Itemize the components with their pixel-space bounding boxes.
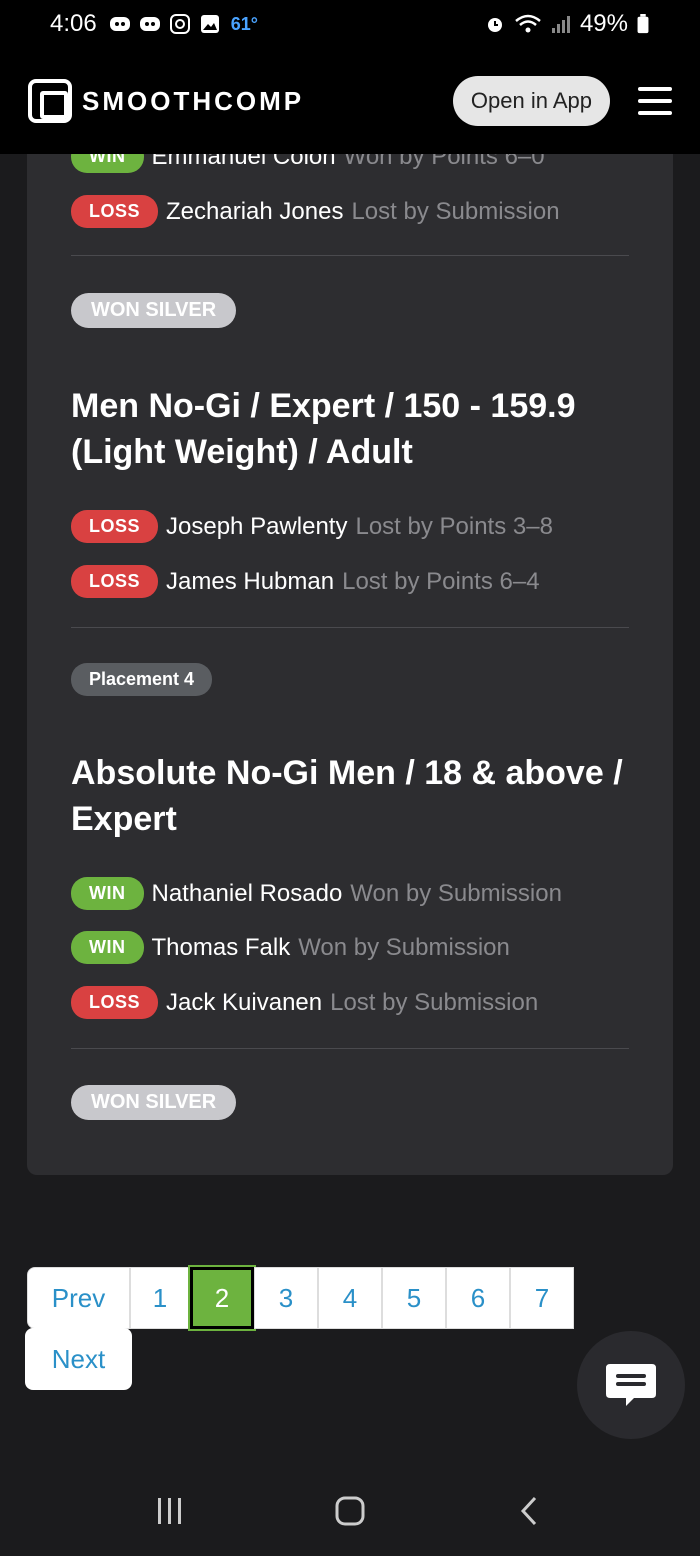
match-row[interactable]: LOSS Jack Kuivanen Lost by Submission <box>71 986 538 1019</box>
open-in-app-button[interactable]: Open in App <box>452 76 610 126</box>
match-row[interactable]: WIN Thomas Falk Won by Submission <box>71 931 510 964</box>
pagination: Prev 1 2 3 4 5 6 7 <box>27 1265 574 1331</box>
wifi-icon <box>515 14 541 33</box>
loss-badge: LOSS <box>71 195 159 228</box>
divider <box>71 1048 629 1049</box>
placement-badge: Placement 4 <box>71 663 213 696</box>
gallery-icon <box>200 15 219 33</box>
weather-temperature: 61° <box>230 13 258 34</box>
page-7-button[interactable]: 7 <box>510 1267 574 1329</box>
divider <box>71 627 629 628</box>
win-badge: WIN <box>71 931 144 964</box>
match-row[interactable]: WIN Nathaniel Rosado Won by Submission <box>71 877 562 910</box>
system-nav-bar <box>0 1466 700 1556</box>
chat-bubble-icon <box>606 1364 656 1406</box>
notification-icons: 61° <box>109 14 258 35</box>
smoothcomp-logo-icon[interactable] <box>28 79 72 123</box>
opponent-name[interactable]: Thomas Falk <box>152 934 291 962</box>
medal-badge: WON SILVER <box>71 1085 237 1120</box>
page-3-button[interactable]: 3 <box>254 1267 318 1329</box>
battery-percent: 49% <box>579 10 628 37</box>
match-row[interactable]: LOSS Joseph Pawlenty Lost by Points 3–8 <box>71 510 553 543</box>
menu-icon[interactable] <box>638 87 672 115</box>
match-row[interactable]: LOSS James Hubman Lost by Points 6–4 <box>71 565 540 598</box>
opponent-name[interactable]: Zechariah Jones <box>166 198 343 226</box>
loss-badge: LOSS <box>71 565 159 598</box>
win-badge: WIN <box>71 877 144 910</box>
discord-icon <box>109 17 130 31</box>
app-header: SMOOTHCOMP Open in App <box>0 48 700 154</box>
opponent-name[interactable]: Nathaniel Rosado <box>152 880 343 908</box>
medal-badge: WON SILVER <box>71 293 237 328</box>
system-icons: 49% <box>484 10 650 38</box>
opponent-name[interactable]: Joseph Pawlenty <box>166 513 347 541</box>
back-icon[interactable] <box>514 1495 546 1527</box>
opponent-name[interactable]: Jack Kuivanen <box>166 989 322 1017</box>
match-result: Lost by Points 3–8 <box>355 512 553 540</box>
alarm-icon <box>487 18 502 32</box>
recent-apps-icon[interactable] <box>154 1495 186 1527</box>
page-5-button[interactable]: 5 <box>382 1267 446 1329</box>
page-4-button[interactable]: 4 <box>318 1267 382 1329</box>
match-result: Lost by Submission <box>330 988 539 1016</box>
page-2-button-current[interactable]: 2 <box>188 1265 256 1331</box>
match-result: Lost by Points 6–4 <box>342 567 540 595</box>
chat-button[interactable] <box>577 1331 685 1439</box>
divider <box>71 255 629 256</box>
page-1-button[interactable]: 1 <box>130 1267 190 1329</box>
loss-badge: LOSS <box>71 986 159 1019</box>
page-6-button[interactable]: 6 <box>446 1267 510 1329</box>
status-bar: 4:06 61° 49% <box>0 0 700 48</box>
brand-name[interactable]: SMOOTHCOMP <box>82 86 304 117</box>
match-result: Won by Submission <box>298 933 510 961</box>
status-time: 4:06 <box>50 10 97 37</box>
signal-icon <box>551 16 570 33</box>
loss-badge: LOSS <box>71 510 159 543</box>
match-row[interactable]: LOSS Zechariah Jones Lost by Submission <box>71 195 560 228</box>
next-page-button[interactable]: Next <box>25 1328 132 1390</box>
division-title[interactable]: Absolute No-Gi Men / 18 & above / Expert <box>71 750 651 842</box>
opponent-name[interactable]: James Hubman <box>166 568 334 596</box>
home-icon[interactable] <box>334 1495 366 1527</box>
discord-icon <box>139 17 160 31</box>
battery-icon <box>637 14 649 34</box>
match-result: Won by Submission <box>350 879 562 907</box>
prev-page-button[interactable]: Prev <box>27 1267 130 1329</box>
instagram-icon <box>169 14 190 34</box>
results-card: WIN Emmanuel Colon Won by Points 6–0 LOS… <box>27 100 673 1175</box>
division-title[interactable]: Men No-Gi / Expert / 150 - 159.9 (Light … <box>71 383 651 475</box>
match-result: Lost by Submission <box>351 197 560 225</box>
